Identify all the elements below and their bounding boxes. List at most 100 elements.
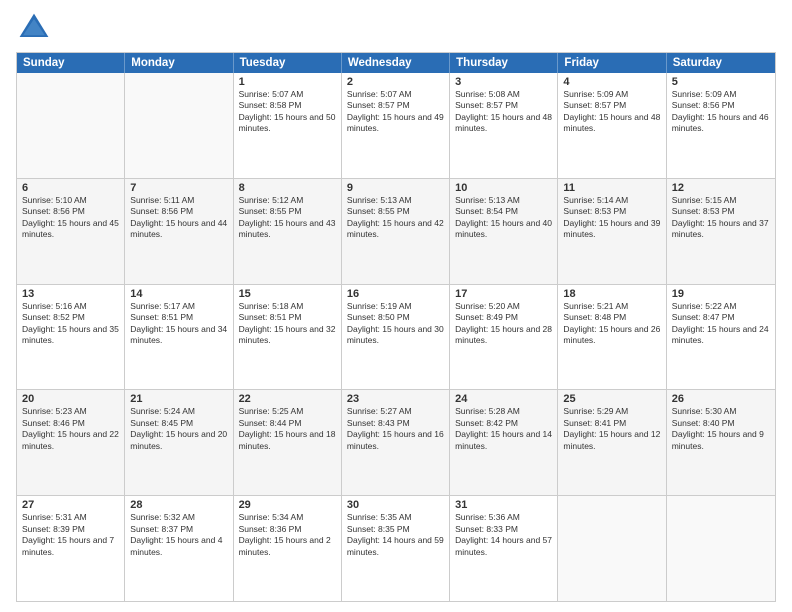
page-header <box>16 10 776 46</box>
calendar-cell: 4Sunrise: 5:09 AMSunset: 8:57 PMDaylight… <box>558 73 666 178</box>
day-number: 4 <box>563 76 660 88</box>
calendar-cell: 9Sunrise: 5:13 AMSunset: 8:55 PMDaylight… <box>342 179 450 284</box>
calendar-cell: 6Sunrise: 5:10 AMSunset: 8:56 PMDaylight… <box>17 179 125 284</box>
day-number: 6 <box>22 182 119 194</box>
day-info: Sunrise: 5:25 AMSunset: 8:44 PMDaylight:… <box>239 406 336 452</box>
day-number: 29 <box>239 499 336 511</box>
day-info: Sunrise: 5:35 AMSunset: 8:35 PMDaylight:… <box>347 512 444 558</box>
calendar: SundayMondayTuesdayWednesdayThursdayFrid… <box>16 52 776 602</box>
day-number: 12 <box>672 182 770 194</box>
calendar-cell: 11Sunrise: 5:14 AMSunset: 8:53 PMDayligh… <box>558 179 666 284</box>
day-info: Sunrise: 5:32 AMSunset: 8:37 PMDaylight:… <box>130 512 227 558</box>
day-info: Sunrise: 5:20 AMSunset: 8:49 PMDaylight:… <box>455 301 552 347</box>
day-info: Sunrise: 5:09 AMSunset: 8:56 PMDaylight:… <box>672 89 770 135</box>
day-info: Sunrise: 5:17 AMSunset: 8:51 PMDaylight:… <box>130 301 227 347</box>
calendar-cell: 24Sunrise: 5:28 AMSunset: 8:42 PMDayligh… <box>450 390 558 495</box>
weekday-header: Friday <box>558 53 666 73</box>
day-info: Sunrise: 5:16 AMSunset: 8:52 PMDaylight:… <box>22 301 119 347</box>
calendar-cell: 28Sunrise: 5:32 AMSunset: 8:37 PMDayligh… <box>125 496 233 601</box>
logo <box>16 10 56 46</box>
calendar-cell: 7Sunrise: 5:11 AMSunset: 8:56 PMDaylight… <box>125 179 233 284</box>
calendar-header: SundayMondayTuesdayWednesdayThursdayFrid… <box>17 53 775 73</box>
day-number: 19 <box>672 288 770 300</box>
day-number: 11 <box>563 182 660 194</box>
calendar-row: 27Sunrise: 5:31 AMSunset: 8:39 PMDayligh… <box>17 495 775 601</box>
weekday-header: Tuesday <box>234 53 342 73</box>
day-number: 2 <box>347 76 444 88</box>
weekday-header: Thursday <box>450 53 558 73</box>
day-info: Sunrise: 5:19 AMSunset: 8:50 PMDaylight:… <box>347 301 444 347</box>
day-number: 9 <box>347 182 444 194</box>
day-number: 16 <box>347 288 444 300</box>
calendar-row: 13Sunrise: 5:16 AMSunset: 8:52 PMDayligh… <box>17 284 775 390</box>
day-info: Sunrise: 5:31 AMSunset: 8:39 PMDaylight:… <box>22 512 119 558</box>
day-number: 7 <box>130 182 227 194</box>
day-number: 23 <box>347 393 444 405</box>
calendar-cell <box>125 73 233 178</box>
day-info: Sunrise: 5:34 AMSunset: 8:36 PMDaylight:… <box>239 512 336 558</box>
calendar-cell: 19Sunrise: 5:22 AMSunset: 8:47 PMDayligh… <box>667 285 775 390</box>
calendar-cell: 25Sunrise: 5:29 AMSunset: 8:41 PMDayligh… <box>558 390 666 495</box>
logo-icon <box>16 10 52 46</box>
day-info: Sunrise: 5:22 AMSunset: 8:47 PMDaylight:… <box>672 301 770 347</box>
calendar-cell: 5Sunrise: 5:09 AMSunset: 8:56 PMDaylight… <box>667 73 775 178</box>
calendar-cell: 26Sunrise: 5:30 AMSunset: 8:40 PMDayligh… <box>667 390 775 495</box>
calendar-cell: 15Sunrise: 5:18 AMSunset: 8:51 PMDayligh… <box>234 285 342 390</box>
calendar-row: 6Sunrise: 5:10 AMSunset: 8:56 PMDaylight… <box>17 178 775 284</box>
day-info: Sunrise: 5:27 AMSunset: 8:43 PMDaylight:… <box>347 406 444 452</box>
weekday-header: Monday <box>125 53 233 73</box>
calendar-cell: 30Sunrise: 5:35 AMSunset: 8:35 PMDayligh… <box>342 496 450 601</box>
day-number: 27 <box>22 499 119 511</box>
calendar-row: 1Sunrise: 5:07 AMSunset: 8:58 PMDaylight… <box>17 73 775 178</box>
calendar-cell: 18Sunrise: 5:21 AMSunset: 8:48 PMDayligh… <box>558 285 666 390</box>
calendar-cell <box>17 73 125 178</box>
day-number: 22 <box>239 393 336 405</box>
calendar-cell: 3Sunrise: 5:08 AMSunset: 8:57 PMDaylight… <box>450 73 558 178</box>
day-info: Sunrise: 5:11 AMSunset: 8:56 PMDaylight:… <box>130 195 227 241</box>
day-info: Sunrise: 5:08 AMSunset: 8:57 PMDaylight:… <box>455 89 552 135</box>
day-number: 3 <box>455 76 552 88</box>
day-info: Sunrise: 5:29 AMSunset: 8:41 PMDaylight:… <box>563 406 660 452</box>
day-info: Sunrise: 5:21 AMSunset: 8:48 PMDaylight:… <box>563 301 660 347</box>
day-info: Sunrise: 5:10 AMSunset: 8:56 PMDaylight:… <box>22 195 119 241</box>
day-info: Sunrise: 5:12 AMSunset: 8:55 PMDaylight:… <box>239 195 336 241</box>
calendar-cell: 10Sunrise: 5:13 AMSunset: 8:54 PMDayligh… <box>450 179 558 284</box>
day-info: Sunrise: 5:13 AMSunset: 8:55 PMDaylight:… <box>347 195 444 241</box>
day-info: Sunrise: 5:07 AMSunset: 8:57 PMDaylight:… <box>347 89 444 135</box>
day-info: Sunrise: 5:23 AMSunset: 8:46 PMDaylight:… <box>22 406 119 452</box>
day-info: Sunrise: 5:30 AMSunset: 8:40 PMDaylight:… <box>672 406 770 452</box>
day-number: 25 <box>563 393 660 405</box>
calendar-cell: 27Sunrise: 5:31 AMSunset: 8:39 PMDayligh… <box>17 496 125 601</box>
day-info: Sunrise: 5:36 AMSunset: 8:33 PMDaylight:… <box>455 512 552 558</box>
day-number: 30 <box>347 499 444 511</box>
calendar-body: 1Sunrise: 5:07 AMSunset: 8:58 PMDaylight… <box>17 73 775 601</box>
calendar-row: 20Sunrise: 5:23 AMSunset: 8:46 PMDayligh… <box>17 389 775 495</box>
day-number: 28 <box>130 499 227 511</box>
weekday-header: Saturday <box>667 53 775 73</box>
day-number: 5 <box>672 76 770 88</box>
day-number: 8 <box>239 182 336 194</box>
weekday-header: Sunday <box>17 53 125 73</box>
day-info: Sunrise: 5:24 AMSunset: 8:45 PMDaylight:… <box>130 406 227 452</box>
calendar-cell: 21Sunrise: 5:24 AMSunset: 8:45 PMDayligh… <box>125 390 233 495</box>
day-number: 24 <box>455 393 552 405</box>
calendar-cell: 29Sunrise: 5:34 AMSunset: 8:36 PMDayligh… <box>234 496 342 601</box>
calendar-cell <box>558 496 666 601</box>
calendar-cell: 14Sunrise: 5:17 AMSunset: 8:51 PMDayligh… <box>125 285 233 390</box>
calendar-cell <box>667 496 775 601</box>
day-info: Sunrise: 5:14 AMSunset: 8:53 PMDaylight:… <box>563 195 660 241</box>
day-number: 10 <box>455 182 552 194</box>
calendar-cell: 31Sunrise: 5:36 AMSunset: 8:33 PMDayligh… <box>450 496 558 601</box>
calendar-cell: 22Sunrise: 5:25 AMSunset: 8:44 PMDayligh… <box>234 390 342 495</box>
day-number: 18 <box>563 288 660 300</box>
calendar-cell: 12Sunrise: 5:15 AMSunset: 8:53 PMDayligh… <box>667 179 775 284</box>
weekday-header: Wednesday <box>342 53 450 73</box>
calendar-cell: 8Sunrise: 5:12 AMSunset: 8:55 PMDaylight… <box>234 179 342 284</box>
day-number: 17 <box>455 288 552 300</box>
calendar-cell: 1Sunrise: 5:07 AMSunset: 8:58 PMDaylight… <box>234 73 342 178</box>
calendar-cell: 17Sunrise: 5:20 AMSunset: 8:49 PMDayligh… <box>450 285 558 390</box>
day-number: 14 <box>130 288 227 300</box>
day-number: 15 <box>239 288 336 300</box>
day-info: Sunrise: 5:18 AMSunset: 8:51 PMDaylight:… <box>239 301 336 347</box>
day-number: 20 <box>22 393 119 405</box>
